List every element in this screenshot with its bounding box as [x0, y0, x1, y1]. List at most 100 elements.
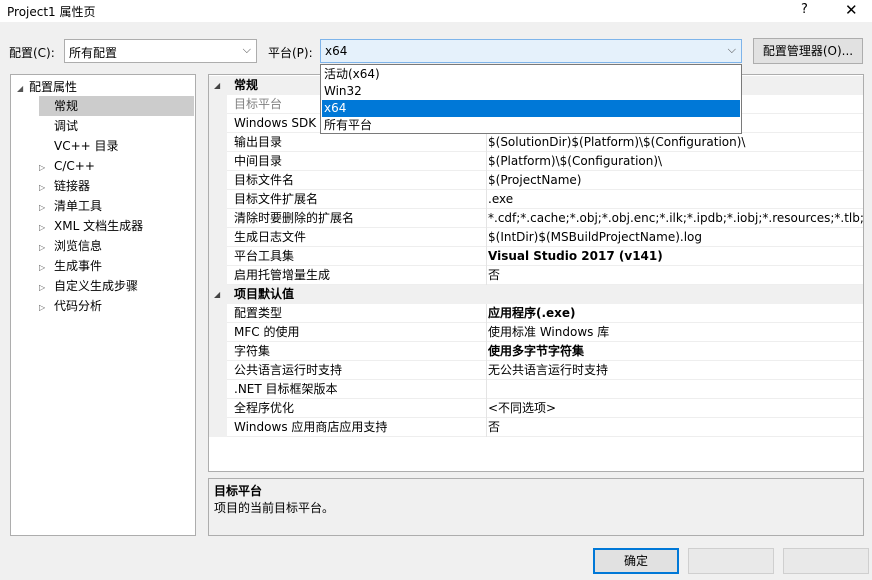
- close-button[interactable]: ✕: [845, 1, 858, 19]
- expanded-triangle-icon[interactable]: ◢: [214, 76, 220, 95]
- collapsed-triangle-icon[interactable]: ▷: [39, 278, 54, 298]
- category-label: 项目默认值: [234, 287, 295, 301]
- property-name: 公共语言运行时支持: [234, 363, 343, 377]
- property-value[interactable]: 使用标准 Windows 库: [486, 323, 863, 342]
- property-row[interactable]: MFC 的使用 使用标准 Windows 库: [209, 323, 863, 342]
- platform-option-win32[interactable]: Win32: [322, 83, 740, 100]
- tree-item-label: 自定义生成步骤: [54, 279, 139, 293]
- property-name: Windows 应用商店应用支持: [234, 420, 388, 434]
- collapsed-triangle-icon[interactable]: ▷: [39, 198, 54, 218]
- collapsed-triangle-icon[interactable]: ▷: [39, 158, 54, 178]
- platform-dropdown-list[interactable]: 活动(x64) Win32 x64 所有平台: [320, 64, 742, 134]
- tree-item-manifest-tool[interactable]: ▷ 清单工具: [39, 196, 102, 216]
- property-name: 配置类型: [234, 306, 283, 320]
- tree-item-label: C/C++: [54, 159, 95, 173]
- tree-item-label: 清单工具: [54, 199, 103, 213]
- property-row[interactable]: 全程序优化 <不同选项>: [209, 399, 863, 418]
- config-label: 配置(C):: [9, 46, 55, 60]
- property-tree[interactable]: ◢ 配置属性 常规 调试 VC++ 目录 ▷ C/C++ ▷ 链接器 ▷ 清单工具 ▷ X…: [10, 74, 196, 536]
- tree-item-vc-directories[interactable]: VC++ 目录: [54, 136, 119, 156]
- property-row[interactable]: 中间目录 $(Platform)\$(Configuration)\: [209, 152, 863, 171]
- tree-item-label: 调试: [54, 119, 79, 133]
- collapsed-triangle-icon[interactable]: ▷: [39, 298, 54, 318]
- property-row[interactable]: 平台工具集 Visual Studio 2017 (v141): [209, 247, 863, 266]
- property-value[interactable]: 否: [486, 418, 863, 437]
- cancel-button[interactable]: [688, 548, 774, 574]
- property-row[interactable]: .NET 目标框架版本: [209, 380, 863, 399]
- platform-option-all-platforms[interactable]: 所有平台: [322, 117, 740, 134]
- property-value[interactable]: 否: [486, 266, 863, 285]
- collapsed-triangle-icon[interactable]: ▷: [39, 238, 54, 258]
- platform-option-active-x64[interactable]: 活动(x64): [322, 66, 740, 83]
- apply-button[interactable]: [783, 548, 869, 574]
- collapsed-triangle-icon[interactable]: ▷: [39, 178, 54, 198]
- config-manager-button[interactable]: 配置管理器(O)...: [753, 38, 863, 64]
- property-value[interactable]: 应用程序(.exe): [486, 304, 863, 323]
- ok-button[interactable]: 确定: [593, 548, 679, 574]
- property-row[interactable]: 目标文件扩展名 .exe: [209, 190, 863, 209]
- property-value[interactable]: [486, 380, 863, 399]
- property-row[interactable]: 生成日志文件 $(IntDir)$(MSBuildProjectName).log: [209, 228, 863, 247]
- property-value[interactable]: $(Platform)\$(Configuration)\: [486, 152, 863, 171]
- property-value[interactable]: *.cdf;*.cache;*.obj;*.obj.enc;*.ilk;*.ip…: [486, 209, 863, 228]
- property-name: 平台工具集: [234, 249, 295, 263]
- help-button[interactable]: ?: [801, 2, 808, 17]
- property-row[interactable]: 清除时要删除的扩展名 *.cdf;*.cache;*.obj;*.obj.enc;…: [209, 209, 863, 228]
- property-value[interactable]: 无公共语言运行时支持: [486, 361, 863, 380]
- platform-value: x64: [325, 44, 348, 58]
- description-panel: 目标平台 项目的当前目标平台。: [208, 478, 864, 536]
- tree-item-debugging[interactable]: 调试: [54, 116, 78, 136]
- tree-item-browse-info[interactable]: ▷ 浏览信息: [39, 236, 102, 256]
- tree-item-linker[interactable]: ▷ 链接器: [39, 176, 90, 196]
- collapsed-triangle-icon[interactable]: ▷: [39, 258, 54, 278]
- tree-item-custom-build-step[interactable]: ▷ 自定义生成步骤: [39, 276, 138, 296]
- property-row[interactable]: 启用托管增量生成 否: [209, 266, 863, 285]
- tree-item-label: 浏览信息: [54, 239, 103, 253]
- property-name: 输出目录: [234, 135, 283, 149]
- config-combo[interactable]: 所有配置 ⌵: [64, 39, 257, 63]
- property-name: 生成日志文件: [234, 230, 307, 244]
- platform-option-x64[interactable]: x64: [322, 100, 740, 117]
- property-row[interactable]: 字符集 使用多字节字符集: [209, 342, 863, 361]
- category-project-defaults[interactable]: ◢ 项目默认值: [209, 285, 863, 304]
- property-value[interactable]: 使用多字节字符集: [486, 342, 863, 361]
- tree-item-general[interactable]: 常规: [39, 96, 194, 116]
- property-row[interactable]: 输出目录 $(SolutionDir)$(Platform)\$(Configur…: [209, 133, 863, 152]
- tree-item-config-properties[interactable]: ◢ 配置属性: [17, 77, 77, 97]
- property-name: 目标文件扩展名: [234, 192, 319, 206]
- property-name: 清除时要删除的扩展名: [234, 211, 355, 225]
- tree-item-label: 常规: [54, 99, 79, 113]
- property-name: 全程序优化: [234, 401, 295, 415]
- property-name: 启用托管增量生成: [234, 268, 331, 282]
- property-row[interactable]: 目标文件名 $(ProjectName): [209, 171, 863, 190]
- expanded-triangle-icon[interactable]: ◢: [214, 285, 220, 304]
- property-value[interactable]: <不同选项>: [486, 399, 863, 418]
- property-value[interactable]: $(IntDir)$(MSBuildProjectName).log: [486, 228, 863, 247]
- tree-item-code-analysis[interactable]: ▷ 代码分析: [39, 296, 102, 316]
- tree-item-label: VC++ 目录: [54, 139, 119, 153]
- property-row[interactable]: 配置类型 应用程序(.exe): [209, 304, 863, 323]
- platform-combo[interactable]: x64 ⌵: [320, 39, 742, 63]
- property-row[interactable]: 公共语言运行时支持 无公共语言运行时支持: [209, 361, 863, 380]
- property-value[interactable]: $(SolutionDir)$(Platform)\$(Configuratio…: [486, 133, 863, 152]
- property-value[interactable]: .exe: [486, 190, 863, 209]
- property-row[interactable]: Windows 应用商店应用支持 否: [209, 418, 863, 437]
- property-name: MFC 的使用: [234, 325, 300, 339]
- tree-item-cpp[interactable]: ▷ C/C++: [39, 156, 95, 176]
- property-value[interactable]: $(ProjectName): [486, 171, 863, 190]
- chevron-down-icon: ⌵: [242, 43, 251, 56]
- tree-item-build-events[interactable]: ▷ 生成事件: [39, 256, 102, 276]
- property-name: 字符集: [234, 344, 271, 358]
- description-text: 项目的当前目标平台。: [214, 501, 335, 515]
- property-name: 目标文件名: [234, 173, 295, 187]
- tree-item-label: XML 文档生成器: [54, 219, 144, 233]
- expanded-triangle-icon[interactable]: ◢: [17, 79, 29, 99]
- property-value[interactable]: Visual Studio 2017 (v141): [486, 247, 863, 266]
- tree-item-xml-doc-generator[interactable]: ▷ XML 文档生成器: [39, 216, 143, 236]
- tree-item-label: 链接器: [54, 179, 91, 193]
- chevron-down-icon: ⌵: [727, 43, 736, 56]
- title-bar: Project1 属性页 ? ✕: [0, 0, 872, 22]
- window-title: Project1 属性页: [7, 5, 96, 19]
- property-name: 中间目录: [234, 154, 283, 168]
- collapsed-triangle-icon[interactable]: ▷: [39, 218, 54, 238]
